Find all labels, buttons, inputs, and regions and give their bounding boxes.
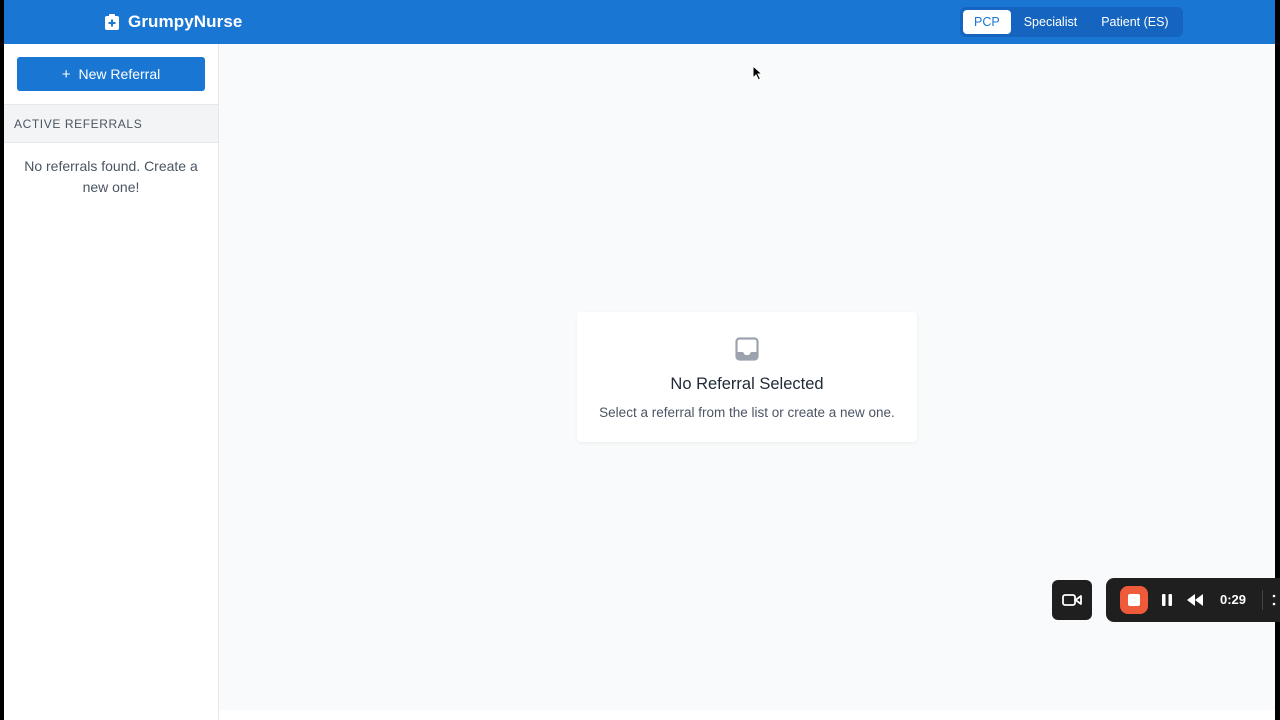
- role-tab-pcp[interactable]: PCP: [963, 10, 1011, 34]
- recorder-camera-button[interactable]: [1052, 580, 1092, 620]
- more-dots-icon[interactable]: [1272, 593, 1276, 607]
- empty-state-title: No Referral Selected: [670, 375, 824, 393]
- plus-icon: +: [61, 65, 71, 83]
- role-tab-specialist[interactable]: Specialist: [1013, 10, 1089, 34]
- new-referral-button[interactable]: + New Referral: [17, 57, 205, 91]
- brand-title: GrumpyNurse: [128, 12, 243, 31]
- recorder-controls: 0:29: [1106, 578, 1280, 622]
- brand[interactable]: GrumpyNurse: [105, 0, 242, 44]
- role-switcher: PCP Specialist Patient (ES): [960, 7, 1183, 37]
- empty-state-subtitle: Select a referral from the list or creat…: [599, 405, 895, 420]
- mouse-cursor-icon: [752, 65, 764, 81]
- stop-icon: [1128, 594, 1140, 606]
- recorder-stop-button[interactable]: [1120, 586, 1148, 614]
- new-referral-label: New Referral: [78, 66, 161, 82]
- role-tab-patient-es[interactable]: Patient (ES): [1090, 10, 1179, 34]
- medical-kit-icon: [105, 14, 119, 30]
- sidebar: + New Referral ACTIVE REFERRALS No refer…: [4, 44, 219, 720]
- rewind-icon[interactable]: [1186, 593, 1204, 607]
- video-camera-icon: [1062, 594, 1082, 606]
- recording-timer: 0:29: [1220, 592, 1247, 607]
- recorder-divider: [1262, 590, 1263, 610]
- bottom-edge: [219, 710, 1275, 720]
- pause-icon[interactable]: [1160, 593, 1174, 607]
- active-referrals-header: ACTIVE REFERRALS: [4, 104, 218, 143]
- app-header: GrumpyNurse PCP Specialist Patient (ES): [4, 0, 1275, 44]
- referrals-empty-message: No referrals found. Create a new one!: [24, 158, 198, 195]
- empty-state-card: No Referral Selected Select a referral f…: [577, 312, 917, 442]
- inbox-icon: [735, 337, 759, 361]
